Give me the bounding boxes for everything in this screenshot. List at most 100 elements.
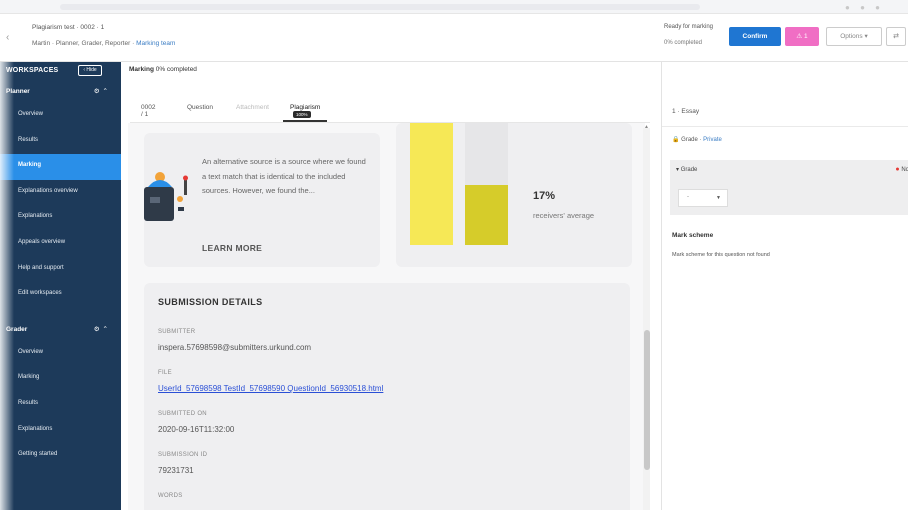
chevron-down-icon: ▾ [864,33,868,40]
header: ‹ Plagiarism test · 0002 · 1 Martin · Pl… [0,14,908,62]
section-grader-header[interactable]: Grader ⚙⌃ [0,320,121,341]
submitter-value: inspera.57698598@submitters.urkund.com [158,343,312,352]
hide-sidebar-button[interactable]: ‹ Hide [78,65,102,76]
mark-scheme-title: Mark scheme [672,232,714,239]
grade-prefix: Grade · [681,137,702,143]
tab-question-number[interactable]: 0002 / 1 [141,104,155,122]
workspaces-header: WORKSPACES ‹ Hide [0,62,121,82]
average-label: receivers' average [533,211,595,220]
submitted-on-label: SUBMITTED ON [158,411,207,417]
panel-divider [662,126,908,127]
sidebar-item-grader-explanations[interactable]: Explanations [0,418,121,444]
sidebar-item-label: Explanations [18,425,53,432]
test-title: Plagiarism test · 0002 · 1 [32,24,105,31]
grade-label: Grade [680,167,698,173]
tab-plagiarism-label: Plagiarism [290,104,321,111]
sidebar-item-grader-results[interactable]: Results [0,392,121,418]
sidebar-item-help-and-support[interactable]: Help and support [0,257,121,283]
question-type: 1 · Essay [672,108,700,115]
plagiarism-badge: 100% [293,111,311,118]
alternative-source-text: An alternative source is a source where … [202,157,366,195]
average-percent: 17% [533,190,556,202]
sidebar-item-getting-started[interactable]: Getting started [0,443,121,469]
sidebar-item-explanations[interactable]: Explanations [0,205,121,231]
confirm-button[interactable]: Confirm [729,27,781,46]
submission-id-label: SUBMISSION ID [158,452,208,458]
grade-visibility: 🔒 Grade · Private [672,136,722,143]
submission-details-title: SUBMISSION DETAILS [158,297,263,307]
submitted-on-value: 2020-09-16T11:32:00 [158,425,235,434]
grade-toggle[interactable]: ▾ Grade [676,166,697,173]
back-chevron-icon[interactable]: ‹ [6,32,9,43]
gear-icon[interactable]: ⚙ [94,88,103,95]
sidebar-item-results[interactable]: Results [0,129,121,155]
not-graded-status: ● No [895,166,908,173]
sidebar-item-appeals-overview[interactable]: Appeals overview [0,231,121,257]
ready-status: Ready for marking [664,24,714,30]
private-link[interactable]: Private [703,137,722,143]
sidebar-item-explanations-overview[interactable]: Explanations overview [0,180,121,206]
sidebar-item-label: Marking [18,374,40,381]
sidebar-item-edit-workspaces[interactable]: Edit workspaces [0,282,121,308]
not-label: No [901,167,908,173]
browser-window-controls: ● ● ● [845,3,884,12]
similarity-bar [410,123,453,245]
scroll-up-icon[interactable]: ▲ [644,124,649,130]
browser-strip: ● ● ● [0,0,908,14]
grade-select[interactable]: - ▼ [678,189,728,207]
sidebar-item-label: Overview [18,111,44,117]
robot-icon [144,172,188,221]
mark-scheme-text: Mark scheme for this question not found [672,252,770,258]
marking-status: Marking 0% completed [129,66,197,73]
file-link[interactable]: UserId_57698598 TestId_57698590 Question… [158,384,383,393]
gear-icon[interactable]: ⚙ [94,326,103,333]
scrollbar-thumb[interactable] [644,330,650,470]
tab-attachment[interactable]: Attachment [236,104,269,122]
hide-label: Hide [86,67,97,73]
grade-box: ▾ Grade ● No - ▼ [670,160,908,215]
plagiarism-content: An alternative source is a source where … [128,123,645,510]
sidebar-item-label: Appeals overview [18,238,66,245]
tab-plagiarism[interactable]: Plagiarism100% [283,104,328,122]
swap-icon[interactable]: ⇄ [886,27,906,46]
sidebar-item-label: Explanations overview [18,187,78,194]
file-label: FILE [158,370,172,376]
learn-more-link[interactable]: LEARN MORE [202,243,262,253]
sidebar-item-label: Results [18,136,39,143]
marking-team-link[interactable]: Marking team [136,40,175,47]
alert-count: 1 [804,33,808,40]
sidebar-item-grader-overview[interactable]: Overview [0,341,121,367]
sidebar: WORKSPACES ‹ Hide Planner ⚙⌃ Overview Re… [0,62,121,510]
sidebar-item-label: Results [18,399,39,406]
options-button[interactable]: Options ▾ [826,27,882,46]
sidebar-item-marking[interactable]: Marking [0,154,121,180]
chevron-up-icon[interactable]: ⌃ [103,88,111,95]
caret-down-icon: ▾ [676,167,680,173]
user-roles: Martin · Planner, Grader, Reporter · Mar… [32,40,175,47]
sidebar-item-label: Edit workspaces [18,290,62,297]
sidebar-item-grader-marking[interactable]: Marking [0,366,121,392]
marking-label: Marking [129,66,154,73]
sidebar-item-label: Overview [18,348,44,355]
chevron-up-icon[interactable]: ⌃ [103,326,111,333]
section-planner-header[interactable]: Planner ⚙⌃ [0,82,121,103]
sidebar-fade [0,62,14,510]
completed-status: 0% completed [664,40,703,46]
average-stats-card: 17% receivers' average [396,123,632,267]
warning-icon: ⚠ [796,33,803,40]
sidebar-item-label: Getting started [18,451,58,458]
sidebar-item-label: Explanations [18,213,53,220]
sidebar-item-overview[interactable]: Overview [0,103,121,129]
options-label: Options [840,33,863,40]
browser-address-bar [60,4,700,10]
alert-button[interactable]: ⚠ 1 [785,27,819,46]
submission-id-value: 79231731 [158,466,194,475]
chevron-down-icon: ▼ [716,195,721,201]
marking-panel: 1 · Essay 🔒 Grade · Private ▾ Grade ● No… [661,62,908,510]
lock-icon: 🔒 [672,137,680,143]
average-bar [465,185,508,245]
sidebar-item-label: Help and support [18,264,64,271]
tab-question[interactable]: Question [187,104,213,122]
dot-icon: ● [895,166,900,173]
submitter-label: SUBMITTER [158,329,196,335]
